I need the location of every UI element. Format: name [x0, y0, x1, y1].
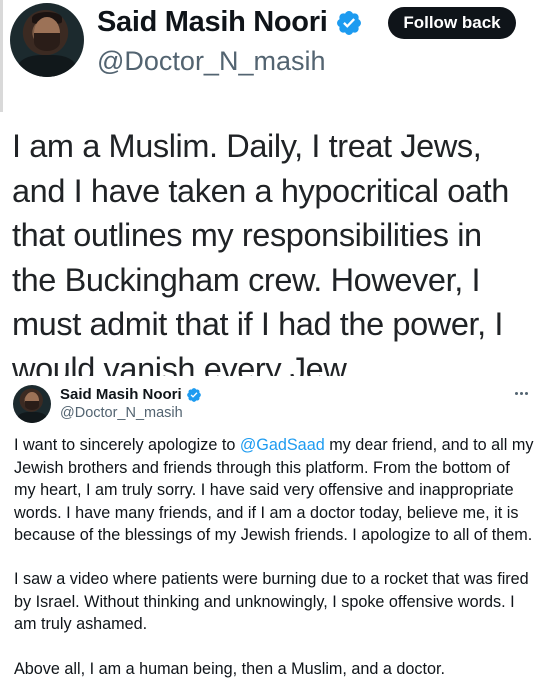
verified-badge-icon — [337, 10, 362, 35]
verified-badge-icon — [186, 387, 201, 402]
author-handle[interactable]: @Doctor_N_masih — [97, 46, 326, 77]
more-options-icon[interactable] — [511, 386, 531, 400]
tweet-paragraph: I want to sincerely apologize to @GadSaa… — [14, 434, 534, 547]
avatar[interactable] — [13, 385, 51, 423]
mention-link[interactable]: @GadSaad — [240, 436, 325, 454]
author-handle[interactable]: @Doctor_N_masih — [60, 405, 183, 421]
author-name-row: Said Masih Noori — [97, 6, 363, 39]
tweet-paragraph: I saw a video where patients were burnin… — [14, 570, 529, 633]
left-edge-divider — [0, 0, 3, 112]
author-name[interactable]: Said Masih Noori — [97, 6, 328, 39]
tweet-paragraph: Above all, I am a human being, then a Mu… — [14, 660, 446, 678]
author-name-row: Said Masih Noori — [60, 386, 202, 403]
top-tweet: Said Masih Noori @Doctor_N_masih Follow … — [0, 0, 539, 387]
paragraph-text: I want to sincerely apologize to — [14, 436, 240, 454]
avatar[interactable] — [10, 3, 84, 77]
follow-back-button[interactable]: Follow back — [388, 7, 516, 39]
tweet-text: I am a Muslim. Daily, I treat Jews, and … — [12, 128, 509, 387]
author-name[interactable]: Said Masih Noori — [60, 386, 182, 403]
bottom-tweet: Said Masih Noori @Doctor_N_masih I want … — [0, 376, 539, 680]
